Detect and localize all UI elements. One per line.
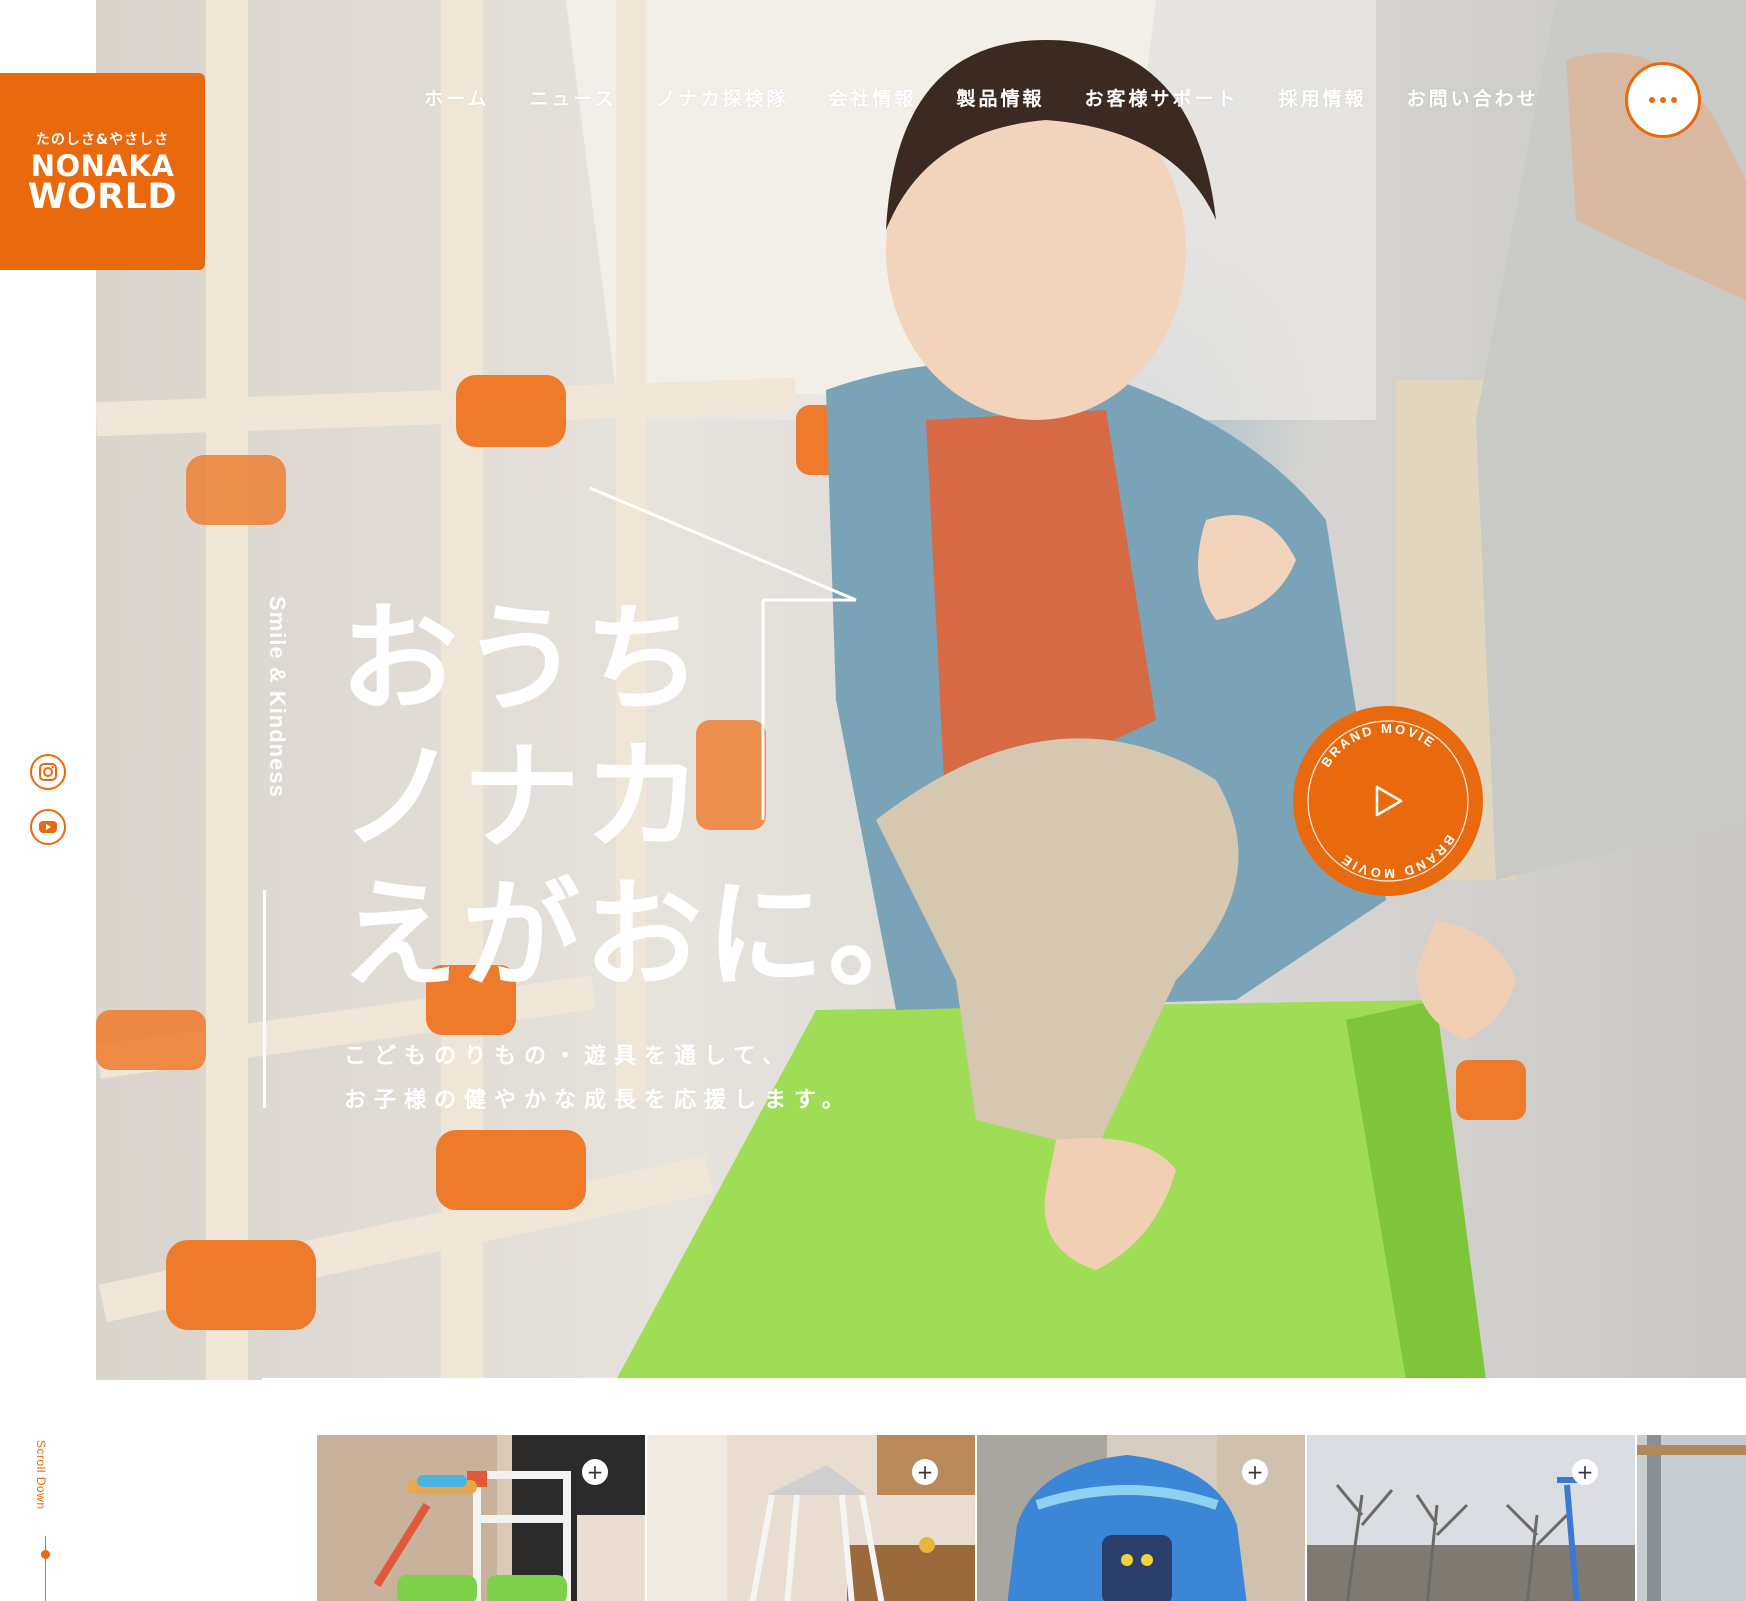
catch-line-3: えがおに。 — [340, 866, 951, 1004]
nav-item-home[interactable]: ホーム — [424, 84, 489, 111]
instagram-icon[interactable] — [30, 754, 66, 790]
plus-icon[interactable]: + — [582, 1459, 608, 1485]
nav-item-explorers[interactable]: ノナカ探検隊 — [657, 84, 789, 111]
hero-catch-copy: おうち ノナカ えがおに。 — [340, 590, 950, 1004]
nav-item-recruit[interactable]: 採用情報 — [1279, 84, 1367, 111]
thumbnail-outdoor-trees[interactable]: + — [1307, 1435, 1635, 1601]
logo-tagline: たのしさ&やさしさ — [35, 132, 170, 149]
plus-icon[interactable]: + — [1572, 1459, 1598, 1485]
plus-icon[interactable]: + — [912, 1459, 938, 1485]
youtube-icon[interactable] — [30, 809, 66, 845]
page: たのしさ&やさしさ NONAKA WORLD Scroll Down ホーム ニ… — [0, 0, 1746, 1601]
scroll-down-label: Scroll Down — [34, 1440, 48, 1510]
more-dots-icon — [1649, 97, 1655, 103]
nav-item-products[interactable]: 製品情報 — [957, 84, 1045, 111]
catch-line-1: おうち — [340, 590, 707, 728]
site-logo[interactable]: たのしさ&やさしさ NONAKA WORLD — [0, 73, 205, 270]
more-dots-icon — [1660, 97, 1666, 103]
more-dots-icon — [1671, 97, 1677, 103]
vertical-divider — [263, 890, 266, 1108]
scroll-line — [45, 1536, 46, 1601]
svg-text:BRAND MOVIE: BRAND MOVIE — [1318, 721, 1439, 770]
plus-icon[interactable]: + — [1242, 1459, 1268, 1485]
brand-movie-label-bottom: BRAND MOVIE — [1318, 721, 1436, 770]
sub-line-2: お子様の健やかな成長を応援します。 — [344, 1088, 852, 1113]
logo-name-line2: WORLD — [27, 176, 178, 217]
nav-item-news[interactable]: ニュース — [529, 84, 616, 111]
thumbnail-partial[interactable] — [1637, 1435, 1746, 1601]
vertical-tagline: Smile & Kindness — [265, 596, 290, 798]
play-icon — [1375, 785, 1403, 817]
nav-item-support[interactable]: お客様サポート — [1085, 84, 1239, 111]
svg-text:BRAND MOVIE: BRAND MOVIE — [1337, 832, 1458, 881]
global-nav: ホーム ニュース ノナカ探検隊 会社情報 製品情報 お客様サポート 採用情報 お… — [424, 84, 1579, 111]
featured-panel: + + + + — [262, 1378, 1746, 1601]
thumbnail-jungle-gym[interactable]: + — [317, 1435, 645, 1601]
brand-movie-button[interactable]: BRAND MOVIE BRAND MOVIE — [1293, 706, 1483, 896]
brand-movie-label-top: BRAND MOVIE — [1337, 832, 1455, 881]
catch-line-2: ノナカ — [340, 728, 707, 866]
menu-button[interactable] — [1625, 62, 1701, 138]
thumbnail-swing[interactable]: + — [647, 1435, 975, 1601]
hero-sub-copy: こどものりもの・遊具を通して、 お子様の健やかな成長を応援します。 — [344, 1035, 852, 1123]
scroll-down-indicator[interactable]: Scroll Down — [34, 1440, 58, 1601]
nav-item-contact[interactable]: お問い合わせ — [1407, 84, 1539, 111]
thumbnail-play-tent[interactable]: + — [977, 1435, 1305, 1601]
nav-item-company[interactable]: 会社情報 — [829, 84, 917, 111]
sub-line-1: こどものりもの・遊具を通して、 — [344, 1044, 793, 1069]
thumbnail-strip: + + + + — [317, 1435, 1746, 1601]
scroll-dot — [41, 1550, 50, 1559]
